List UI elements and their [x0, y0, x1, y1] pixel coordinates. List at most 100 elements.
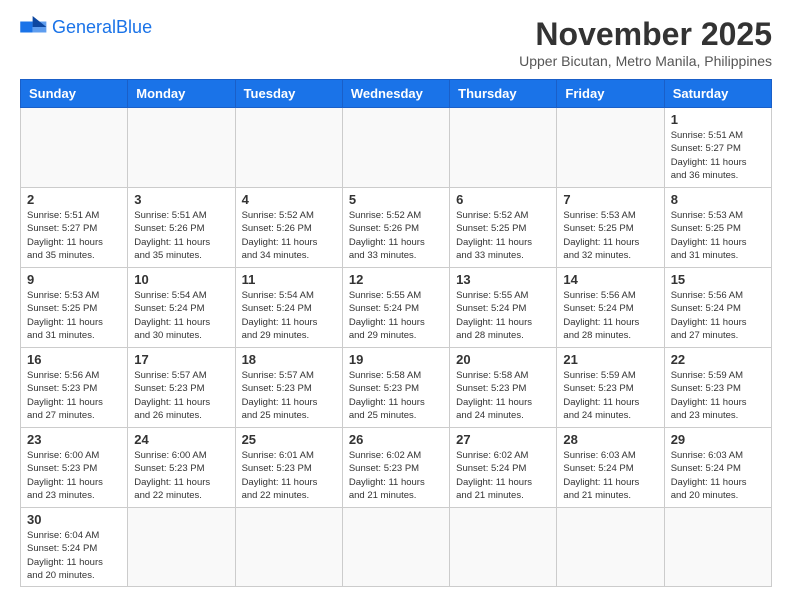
day-info: Sunrise: 5:58 AM Sunset: 5:23 PM Dayligh…: [456, 369, 550, 422]
day-info: Sunrise: 6:03 AM Sunset: 5:24 PM Dayligh…: [563, 449, 657, 502]
weekday-header-tuesday: Tuesday: [235, 80, 342, 108]
day-info: Sunrise: 6:02 AM Sunset: 5:23 PM Dayligh…: [349, 449, 443, 502]
day-info: Sunrise: 6:03 AM Sunset: 5:24 PM Dayligh…: [671, 449, 765, 502]
day-info: Sunrise: 5:56 AM Sunset: 5:23 PM Dayligh…: [27, 369, 121, 422]
day-info: Sunrise: 5:53 AM Sunset: 5:25 PM Dayligh…: [671, 209, 765, 262]
day-number: 14: [563, 272, 657, 287]
calendar-cell: 28Sunrise: 6:03 AM Sunset: 5:24 PM Dayli…: [557, 428, 664, 508]
weekday-header-sunday: Sunday: [21, 80, 128, 108]
calendar-week-row: 9 Sunrise: 5:53 AM Sunset: 5:25 PM Daylig…: [21, 268, 772, 348]
day-number: 25: [242, 432, 336, 447]
day-number: 8: [671, 192, 765, 207]
day-info: Sunrise: 5:52 AM Sunset: 5:26 PM Dayligh…: [349, 209, 443, 262]
calendar-cell: 8 Sunrise: 5:53 AM Sunset: 5:25 PM Daylig…: [664, 188, 771, 268]
weekday-header-row: SundayMondayTuesdayWednesdayThursdayFrid…: [21, 80, 772, 108]
day-info: Sunrise: 5:59 AM Sunset: 5:23 PM Dayligh…: [671, 369, 765, 422]
day-info: Sunrise: 5:59 AM Sunset: 5:23 PM Dayligh…: [563, 369, 657, 422]
day-info: Sunrise: 5:51 AM Sunset: 5:27 PM Dayligh…: [27, 209, 121, 262]
calendar-cell: 3Sunrise: 5:51 AM Sunset: 5:26 PM Daylig…: [128, 188, 235, 268]
day-info: Sunrise: 6:00 AM Sunset: 5:23 PM Dayligh…: [134, 449, 228, 502]
day-info: Sunrise: 5:57 AM Sunset: 5:23 PM Dayligh…: [242, 369, 336, 422]
calendar-cell: [450, 508, 557, 587]
logo: GeneralBlue: [20, 16, 152, 38]
weekday-header-saturday: Saturday: [664, 80, 771, 108]
location-subtitle: Upper Bicutan, Metro Manila, Philippines: [519, 53, 772, 69]
day-number: 21: [563, 352, 657, 367]
calendar-cell: 25Sunrise: 6:01 AM Sunset: 5:23 PM Dayli…: [235, 428, 342, 508]
logo-blue: Blue: [116, 17, 152, 37]
calendar-week-row: 30 Sunrise: 6:04 AM Sunset: 5:24 PM Dayli…: [21, 508, 772, 587]
calendar-cell: 14 Sunrise: 5:56 AM Sunset: 5:24 PM Dayli…: [557, 268, 664, 348]
calendar-cell: 27Sunrise: 6:02 AM Sunset: 5:24 PM Dayli…: [450, 428, 557, 508]
calendar-cell: 2 Sunrise: 5:51 AM Sunset: 5:27 PM Daylig…: [21, 188, 128, 268]
calendar-cell: [664, 508, 771, 587]
calendar-cell: 30 Sunrise: 6:04 AM Sunset: 5:24 PM Dayli…: [21, 508, 128, 587]
day-info: Sunrise: 6:04 AM Sunset: 5:24 PM Dayligh…: [27, 529, 121, 582]
day-number: 23: [27, 432, 121, 447]
day-info: Sunrise: 5:55 AM Sunset: 5:24 PM Dayligh…: [456, 289, 550, 342]
day-number: 26: [349, 432, 443, 447]
calendar-cell: 29 Sunrise: 6:03 AM Sunset: 5:24 PM Dayli…: [664, 428, 771, 508]
day-number: 11: [242, 272, 336, 287]
day-number: 30: [27, 512, 121, 527]
day-info: Sunrise: 5:54 AM Sunset: 5:24 PM Dayligh…: [134, 289, 228, 342]
day-number: 12: [349, 272, 443, 287]
day-info: Sunrise: 5:56 AM Sunset: 5:24 PM Dayligh…: [563, 289, 657, 342]
page-header: GeneralBlue November 2025 Upper Bicutan,…: [20, 16, 772, 69]
day-info: Sunrise: 5:57 AM Sunset: 5:23 PM Dayligh…: [134, 369, 228, 422]
calendar-cell: 15Sunrise: 5:56 AM Sunset: 5:24 PM Dayli…: [664, 268, 771, 348]
calendar-cell: 11Sunrise: 5:54 AM Sunset: 5:24 PM Dayli…: [235, 268, 342, 348]
day-number: 29: [671, 432, 765, 447]
calendar-cell: 7Sunrise: 5:53 AM Sunset: 5:25 PM Daylig…: [557, 188, 664, 268]
calendar-cell: 12 Sunrise: 5:55 AM Sunset: 5:24 PM Dayli…: [342, 268, 449, 348]
calendar-cell: [342, 508, 449, 587]
calendar-cell: [557, 108, 664, 188]
calendar-week-row: 23 Sunrise: 6:00 AM Sunset: 5:23 PM Dayli…: [21, 428, 772, 508]
calendar-cell: [128, 108, 235, 188]
day-number: 4: [242, 192, 336, 207]
calendar-cell: 6Sunrise: 5:52 AM Sunset: 5:25 PM Daylig…: [450, 188, 557, 268]
calendar-cell: 18 Sunrise: 5:57 AM Sunset: 5:23 PM Dayli…: [235, 348, 342, 428]
weekday-header-monday: Monday: [128, 80, 235, 108]
day-number: 2: [27, 192, 121, 207]
calendar-cell: 17Sunrise: 5:57 AM Sunset: 5:23 PM Dayli…: [128, 348, 235, 428]
day-info: Sunrise: 5:52 AM Sunset: 5:26 PM Dayligh…: [242, 209, 336, 262]
day-info: Sunrise: 5:51 AM Sunset: 5:27 PM Dayligh…: [671, 129, 765, 182]
day-info: Sunrise: 5:55 AM Sunset: 5:24 PM Dayligh…: [349, 289, 443, 342]
title-area: November 2025 Upper Bicutan, Metro Manil…: [519, 16, 772, 69]
calendar-cell: [557, 508, 664, 587]
day-number: 9: [27, 272, 121, 287]
day-info: Sunrise: 5:51 AM Sunset: 5:26 PM Dayligh…: [134, 209, 228, 262]
calendar-cell: 1Sunrise: 5:51 AM Sunset: 5:27 PM Daylig…: [664, 108, 771, 188]
calendar-cell: 24 Sunrise: 6:00 AM Sunset: 5:23 PM Dayli…: [128, 428, 235, 508]
day-number: 7: [563, 192, 657, 207]
day-info: Sunrise: 6:02 AM Sunset: 5:24 PM Dayligh…: [456, 449, 550, 502]
day-number: 6: [456, 192, 550, 207]
logo-icon: [20, 16, 48, 38]
calendar-week-row: 1Sunrise: 5:51 AM Sunset: 5:27 PM Daylig…: [21, 108, 772, 188]
calendar-cell: [342, 108, 449, 188]
calendar-cell: 23Sunrise: 6:00 AM Sunset: 5:23 PM Dayli…: [21, 428, 128, 508]
calendar-cell: 22 Sunrise: 5:59 AM Sunset: 5:23 PM Dayli…: [664, 348, 771, 428]
weekday-header-wednesday: Wednesday: [342, 80, 449, 108]
day-number: 22: [671, 352, 765, 367]
day-number: 18: [242, 352, 336, 367]
weekday-header-thursday: Thursday: [450, 80, 557, 108]
calendar-cell: [235, 108, 342, 188]
day-info: Sunrise: 5:53 AM Sunset: 5:25 PM Dayligh…: [27, 289, 121, 342]
calendar-week-row: 2 Sunrise: 5:51 AM Sunset: 5:27 PM Daylig…: [21, 188, 772, 268]
day-number: 19: [349, 352, 443, 367]
calendar-table: SundayMondayTuesdayWednesdayThursdayFrid…: [20, 79, 772, 587]
day-number: 10: [134, 272, 228, 287]
calendar-cell: [128, 508, 235, 587]
day-info: Sunrise: 5:56 AM Sunset: 5:24 PM Dayligh…: [671, 289, 765, 342]
calendar-cell: 26 Sunrise: 6:02 AM Sunset: 5:23 PM Dayli…: [342, 428, 449, 508]
calendar-cell: 19 Sunrise: 5:58 AM Sunset: 5:23 PM Dayli…: [342, 348, 449, 428]
day-info: Sunrise: 5:58 AM Sunset: 5:23 PM Dayligh…: [349, 369, 443, 422]
day-number: 13: [456, 272, 550, 287]
month-title: November 2025: [519, 16, 772, 53]
day-number: 24: [134, 432, 228, 447]
day-number: 20: [456, 352, 550, 367]
calendar-week-row: 16Sunrise: 5:56 AM Sunset: 5:23 PM Dayli…: [21, 348, 772, 428]
calendar-cell: 5Sunrise: 5:52 AM Sunset: 5:26 PM Daylig…: [342, 188, 449, 268]
